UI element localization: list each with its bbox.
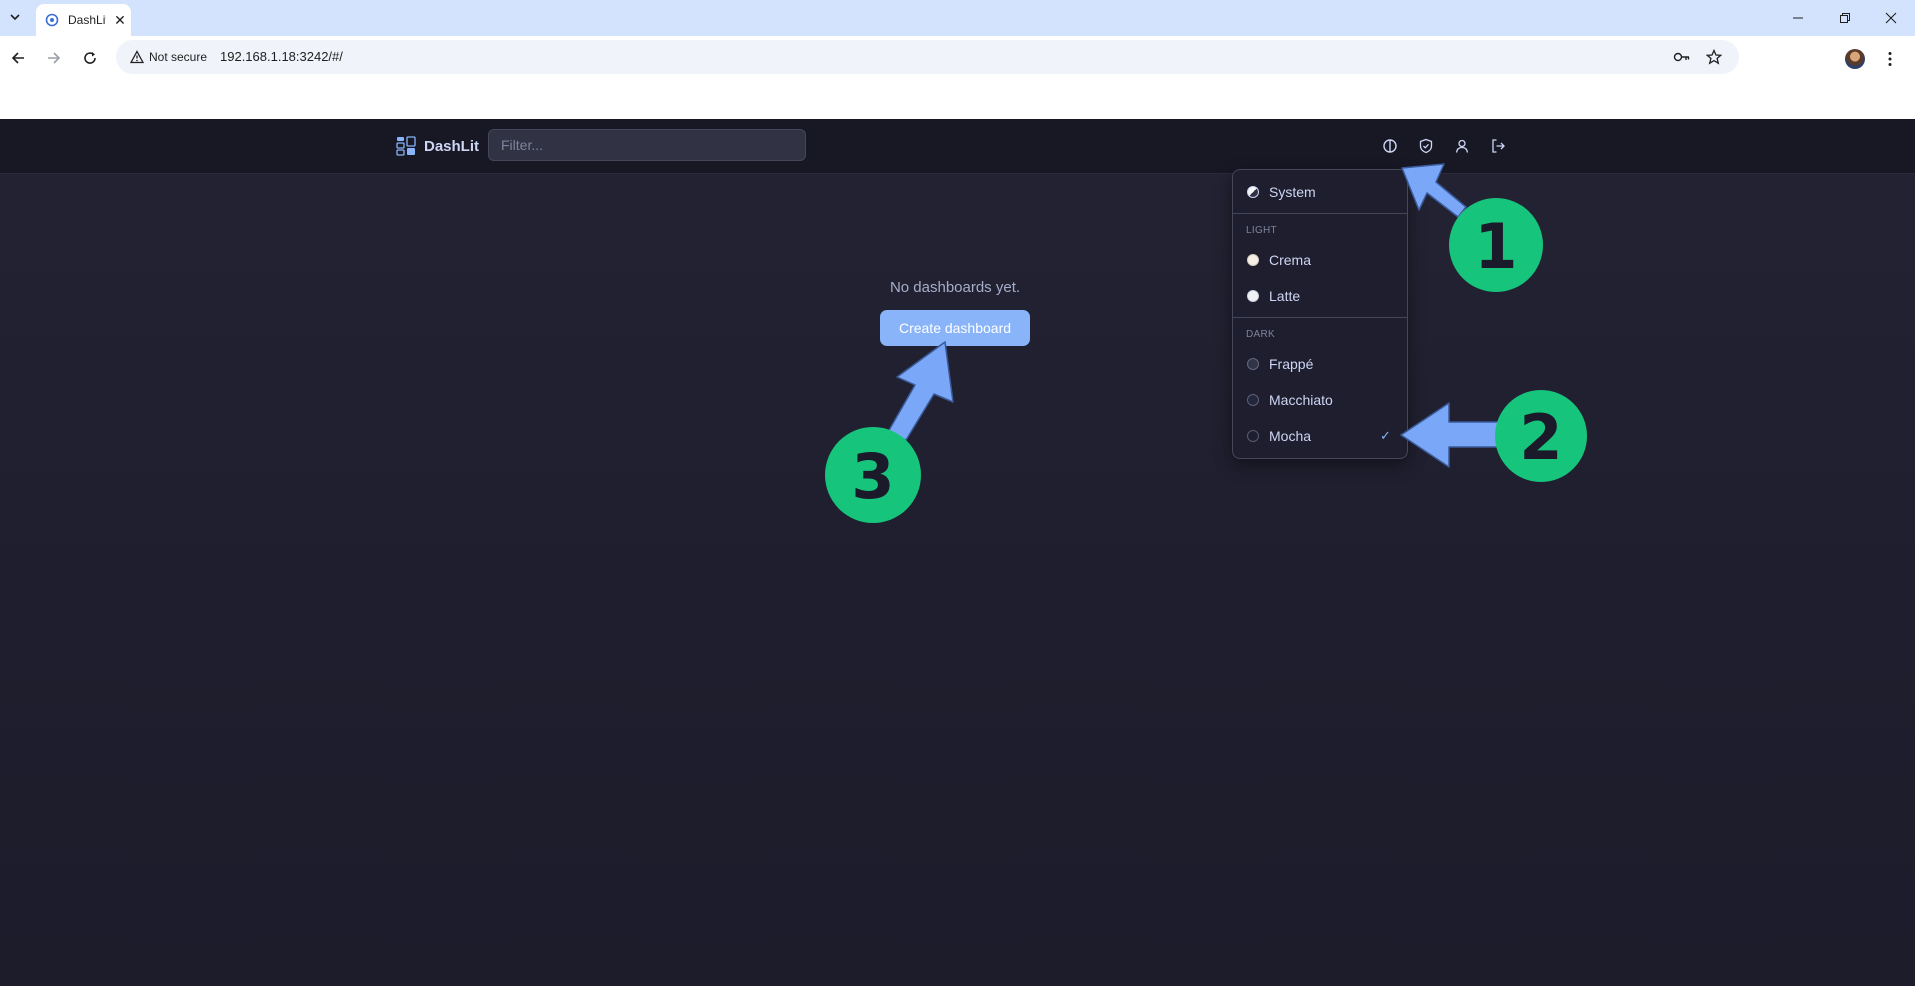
annotation-overlay: 1 2 3	[825, 163, 1587, 523]
annotation-number: 3	[851, 440, 894, 513]
annotation-arrow-2	[1400, 402, 1501, 468]
annotation-arrow-3	[887, 341, 954, 441]
annotation-number: 2	[1519, 401, 1562, 474]
annotation-number: 1	[1474, 210, 1517, 283]
annotation-badge-3: 3	[825, 427, 921, 523]
annotation-badge-1: 1	[1449, 198, 1543, 292]
annotation-badge-2: 2	[1495, 390, 1587, 482]
annotation-arrow-1	[1401, 163, 1467, 218]
